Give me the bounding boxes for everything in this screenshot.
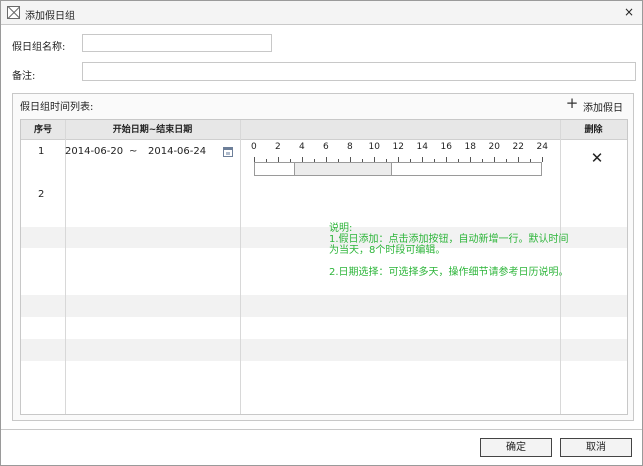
time-tick (266, 159, 267, 162)
time-tick (374, 157, 375, 162)
note-title: 说明: (329, 223, 353, 234)
time-tick-label: 20 (488, 142, 500, 152)
start-date[interactable]: 2014-06-20 (65, 146, 123, 157)
time-tick-label: 24 (536, 142, 548, 152)
time-tick (362, 159, 363, 162)
time-tick (542, 157, 543, 162)
header-time (240, 120, 560, 140)
header-date-range: 开始日期~结束日期 (112, 125, 193, 135)
cancel-button[interactable]: 取消 (560, 438, 632, 457)
time-tick (338, 159, 339, 162)
plus-icon: + (565, 94, 579, 112)
remark-label: 备注: (12, 71, 36, 82)
footer-divider (1, 429, 642, 430)
time-tick (458, 159, 459, 162)
time-tick-label: 22 (512, 142, 524, 152)
dialog-window-icon (7, 6, 20, 19)
time-tick (314, 159, 315, 162)
holiday-time-list-group: 假日组时间列表: + 添加假日 序号 开始日期~结束日期 删除 1 2014-0… (12, 93, 634, 421)
table-row: 1 2014-06-20 ~ 2014-06-24 0 2 4 6 8 10 12 14 16 1… (21, 140, 627, 184)
time-tick (398, 157, 399, 162)
calendar-icon[interactable] (223, 147, 233, 157)
time-tick (350, 157, 351, 162)
time-tick (494, 157, 495, 162)
time-tick (254, 157, 255, 162)
time-tick-label: 2 (275, 142, 281, 152)
date-separator: ~ (129, 146, 138, 157)
time-tick (386, 159, 387, 162)
time-tick (506, 159, 507, 162)
time-tick (410, 159, 411, 162)
row-index: 2 (38, 189, 45, 200)
add-holiday-group-dialog: 添加假日组 × 假日组名称: 备注: 假日组时间列表: + 添加假日 序号 开始… (0, 0, 643, 466)
time-tick-label: 12 (392, 142, 404, 152)
time-tick-label: 14 (416, 142, 428, 152)
time-tick (518, 157, 519, 162)
time-tick (434, 159, 435, 162)
holiday-group-name-input[interactable] (82, 34, 272, 52)
ok-button[interactable]: 确定 (480, 438, 552, 457)
time-tick (302, 157, 303, 162)
title-bar: 添加假日组 × (1, 1, 642, 25)
time-tick-label: 6 (323, 142, 329, 152)
time-tick (326, 157, 327, 162)
time-tick-label: 16 (440, 142, 452, 152)
note-line-1: 1.假日添加：点击添加按钮，自动新增一行。默认时间为当天，8个时段可编辑。 (329, 234, 569, 256)
dialog-title: 添加假日组 (25, 11, 75, 22)
delete-icon[interactable]: ✕ (590, 151, 604, 166)
time-tick (422, 157, 423, 162)
header-index: 序号 (33, 125, 52, 135)
time-tick-label: 8 (347, 142, 353, 152)
table-header: 序号 开始日期~结束日期 删除 (21, 120, 627, 140)
time-tick (446, 157, 447, 162)
time-tick-label: 18 (464, 142, 476, 152)
time-tick (482, 159, 483, 162)
table-row-stripe (21, 339, 627, 361)
note-line-2: 2.日期选择：可选择多天，操作细节请参考日历说明。 (329, 267, 569, 278)
time-tick-label: 10 (368, 142, 380, 152)
time-tick (278, 157, 279, 162)
holiday-time-list-title: 假日组时间列表: (20, 102, 94, 113)
close-icon[interactable]: × (621, 4, 637, 20)
holiday-time-table: 序号 开始日期~结束日期 删除 1 2014-06-20 ~ 2014-06-2… (20, 119, 628, 415)
time-range-slider[interactable]: 0 2 4 6 8 10 12 14 16 18 20 22 24 (250, 142, 550, 176)
remark-input[interactable] (82, 62, 636, 81)
add-holiday-label: 添加假日 (583, 103, 623, 114)
header-delete: 删除 (584, 125, 603, 135)
time-range-selection[interactable] (294, 163, 393, 175)
row-index: 1 (38, 146, 45, 157)
table-row-stripe (21, 295, 627, 317)
table-row: 2 (21, 184, 627, 206)
usage-note: 说明: 1.假日添加：点击添加按钮，自动新增一行。默认时间为当天，8个时段可编辑… (329, 223, 569, 278)
time-tick (290, 159, 291, 162)
time-tick (530, 159, 531, 162)
end-date[interactable]: 2014-06-24 (148, 146, 206, 157)
time-tick (470, 157, 471, 162)
time-tick-label: 0 (251, 142, 257, 152)
time-tick-label: 4 (299, 142, 305, 152)
time-track[interactable] (254, 162, 542, 176)
holiday-group-name-label: 假日组名称: (12, 42, 66, 53)
